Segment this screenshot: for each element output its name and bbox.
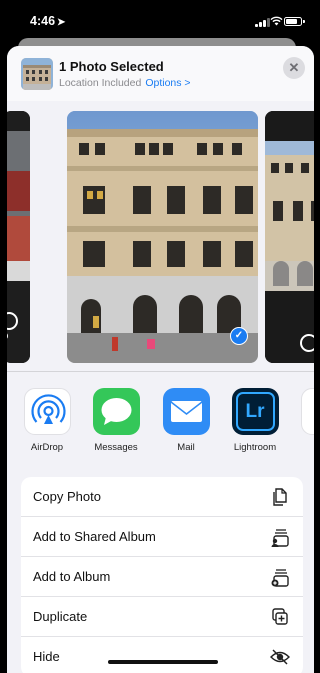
mail-icon [162,388,210,435]
app-label: Mail [177,442,195,453]
duplicate-icon [272,608,288,625]
preview-next-photo[interactable] [265,111,314,363]
preview-previous-photo[interactable] [7,111,30,363]
copy-icon [273,488,287,506]
section-divider [7,371,314,372]
action-hide[interactable]: Hide [21,637,303,673]
share-header: 1 Photo Selected Location Included Option… [7,46,314,101]
app-share-row: AirDrop Messages Mail Lr Lightroom [7,376,314,471]
action-label: Hide [33,649,60,664]
action-label: Copy Photo [33,489,101,504]
app-label: Lightroom [233,442,277,453]
wifi-icon [270,16,283,26]
close-button[interactable]: ✕ [283,57,305,79]
preview-selected-photo[interactable] [67,111,258,363]
app-airdrop[interactable]: AirDrop [19,388,75,453]
header-subtitle: Location Included Options > [59,77,191,89]
app-partial[interactable] [296,388,314,435]
home-indicator[interactable] [108,660,218,664]
airdrop-icon [23,388,71,435]
selected-checkmark-icon[interactable]: ✓ [230,327,248,345]
location-arrow-icon: ➤ [57,17,66,28]
action-add-to-album[interactable]: Add to Album [21,557,303,597]
photo-previews [7,101,314,371]
shared-album-icon [271,529,289,547]
app-label: AirDrop [30,442,64,453]
action-list: Copy Photo Add to Shared Album Add to Al… [21,477,303,673]
header-title: 1 Photo Selected [59,59,164,74]
app-messages[interactable]: Messages [88,388,144,453]
status-time: 4:46 ➤ [30,14,66,28]
hide-eye-icon [270,649,290,665]
action-add-to-shared-album[interactable]: Add to Shared Album [21,517,303,557]
partial-app-icon [300,388,314,435]
app-lightroom[interactable]: Lr Lightroom [227,388,283,453]
action-copy-photo[interactable]: Copy Photo [21,477,303,517]
lightroom-icon: Lr [231,388,279,435]
add-album-icon [271,569,289,587]
action-duplicate[interactable]: Duplicate [21,597,303,637]
action-label: Add to Album [33,569,111,584]
app-mail[interactable]: Mail [158,388,214,453]
messages-icon [92,388,140,435]
share-sheet: 1 Photo Selected Location Included Option… [7,46,314,673]
app-label: Messages [94,442,138,453]
action-label: Duplicate [33,609,88,624]
selected-photo-thumbnail [21,58,53,90]
cellular-signal-icon [255,18,271,27]
options-link[interactable]: Options > [145,77,190,89]
action-label: Add to Shared Album [33,529,156,544]
battery-icon [284,17,305,26]
